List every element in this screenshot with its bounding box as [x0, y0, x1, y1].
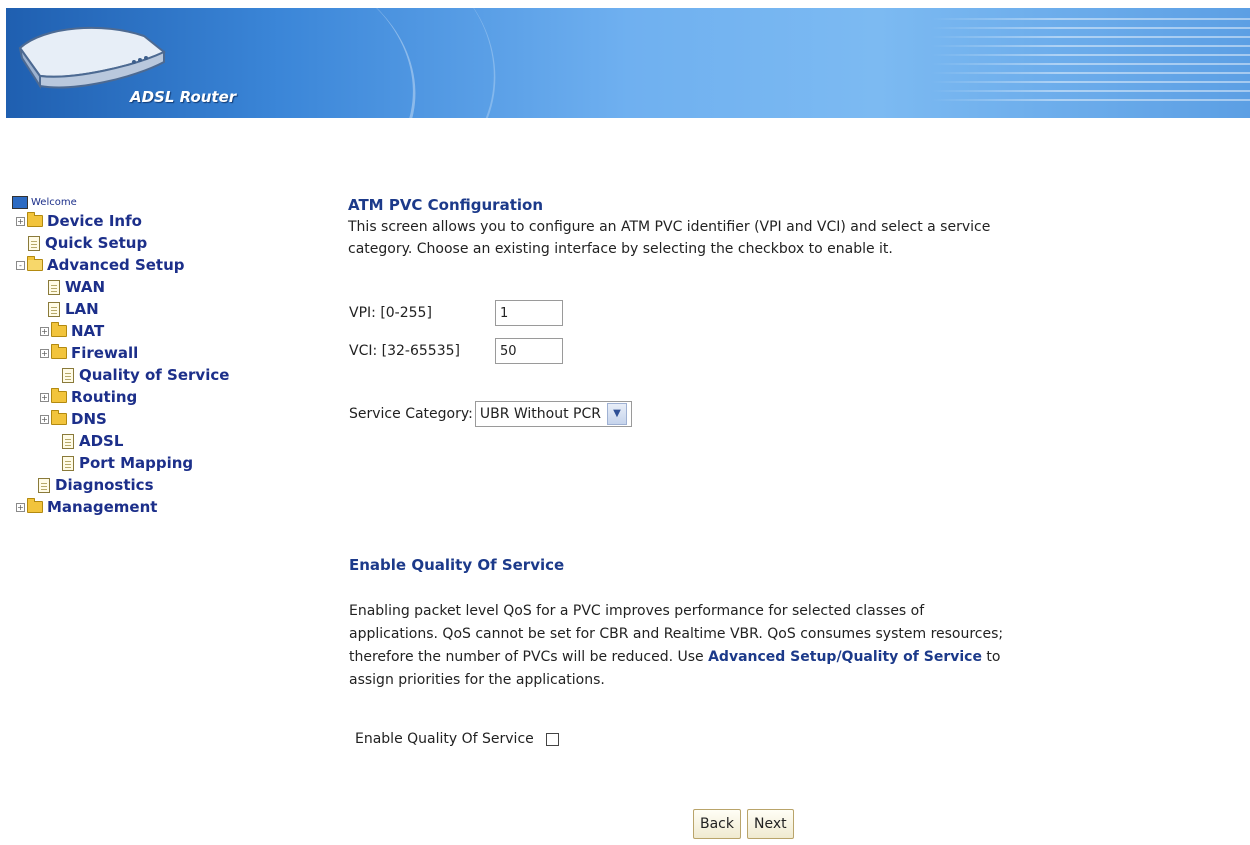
- sidebar-item-label: WAN: [65, 278, 106, 296]
- sidebar-item-label: ADSL: [79, 432, 124, 450]
- qos-checkbox-label: Enable Quality Of Service: [355, 731, 534, 747]
- sidebar-item-label: Advanced Setup: [47, 256, 185, 274]
- page-description: This screen allows you to configure an A…: [348, 216, 1228, 260]
- folder-icon: [51, 410, 67, 425]
- sidebar-item-dns[interactable]: + DNS: [12, 408, 282, 430]
- description-line-2: category. Choose an existing interface b…: [348, 241, 893, 257]
- qos-description-line-3-pre: therefore the number of PVCs will be red…: [349, 649, 704, 665]
- sidebar-item-label: Routing: [71, 388, 138, 406]
- vci-label: VCI: [32-65535]: [349, 343, 460, 359]
- service-category-select[interactable]: UBR Without PCR ▼: [474, 401, 632, 427]
- service-category-row: Service Category: UBR Without PCR ▼: [349, 401, 632, 427]
- sidebar-welcome-label: Welcome: [31, 196, 77, 208]
- sidebar-item-diagnostics[interactable]: Diagnostics: [12, 474, 282, 496]
- folder-icon: [51, 344, 67, 359]
- sidebar-item-label: LAN: [65, 300, 99, 318]
- nav-buttons: Back Next: [693, 809, 794, 839]
- qos-section-title: Enable Quality Of Service: [349, 556, 565, 574]
- sidebar-item-quick-setup[interactable]: Quick Setup: [12, 232, 282, 254]
- expand-icon[interactable]: +: [16, 502, 25, 512]
- description-line-1: This screen allows you to configure an A…: [348, 219, 991, 235]
- folder-open-icon: [27, 256, 43, 271]
- qos-description-line-1: Enabling packet level QoS for a PVC impr…: [349, 603, 925, 619]
- next-button[interactable]: Next: [747, 809, 794, 839]
- service-category-value: UBR Without PCR: [479, 406, 601, 422]
- service-category-label: Service Category:: [349, 406, 473, 422]
- sidebar-item-lan[interactable]: LAN: [12, 298, 282, 320]
- qos-description: Enabling packet level QoS for a PVC impr…: [349, 600, 1209, 692]
- sidebar-item-adsl[interactable]: ADSL: [12, 430, 282, 452]
- folder-icon: [27, 212, 43, 227]
- qos-setup-link[interactable]: Advanced Setup/Quality of Service: [708, 649, 982, 665]
- sidebar-item-quality-of-service[interactable]: Quality of Service: [12, 364, 282, 386]
- sidebar-item-label: NAT: [71, 322, 105, 340]
- page-icon: [28, 235, 40, 251]
- sidebar-item-label: Device Info: [47, 212, 142, 230]
- sidebar-item-management[interactable]: + Management: [12, 496, 282, 518]
- expand-icon[interactable]: +: [40, 348, 49, 358]
- folder-icon: [27, 498, 43, 513]
- sidebar-item-label: Diagnostics: [55, 476, 154, 494]
- sidebar-item-advanced-setup[interactable]: - Advanced Setup: [12, 254, 282, 276]
- expand-icon[interactable]: +: [40, 414, 49, 424]
- chevron-down-icon[interactable]: ▼: [606, 403, 627, 425]
- router-logo-icon: [18, 26, 166, 90]
- sidebar-item-label: Port Mapping: [79, 454, 194, 472]
- brand-title: ADSL Router: [130, 88, 237, 106]
- folder-icon: [51, 388, 67, 403]
- sidebar-item-label: Quick Setup: [45, 234, 148, 252]
- sidebar-item-label: Management: [47, 498, 158, 516]
- page-icon: [38, 477, 50, 493]
- sidebar-item-nat[interactable]: + NAT: [12, 320, 282, 342]
- page-icon: [48, 301, 60, 317]
- page-title: ATM PVC Configuration: [348, 196, 543, 214]
- sidebar-item-wan[interactable]: WAN: [12, 276, 282, 298]
- enable-qos-checkbox[interactable]: [545, 732, 559, 746]
- expand-icon[interactable]: +: [16, 216, 25, 226]
- vpi-input[interactable]: [495, 300, 563, 326]
- page-icon: [62, 455, 74, 471]
- banner-wave-decoration-2: [193, 8, 541, 118]
- qos-description-line-4: assign priorities for the applications.: [349, 672, 605, 688]
- expand-icon[interactable]: +: [40, 326, 49, 336]
- sidebar-item-label: DNS: [71, 410, 107, 428]
- monitor-icon: [12, 195, 28, 209]
- qos-description-line-2: applications. QoS cannot be set for CBR …: [349, 626, 1004, 642]
- sidebar-item-firewall[interactable]: + Firewall: [12, 342, 282, 364]
- folder-icon: [51, 322, 67, 337]
- qos-description-line-3-post: to: [986, 649, 1001, 665]
- sidebar-item-device-info[interactable]: + Device Info: [12, 210, 282, 232]
- vpi-row: VPI: [0-255]: [349, 300, 563, 326]
- qos-checkbox-row: Enable Quality Of Service: [355, 731, 559, 747]
- header-banner: ADSL Router: [6, 8, 1250, 118]
- sidebar-welcome[interactable]: Welcome: [12, 194, 282, 210]
- page-icon: [62, 367, 74, 383]
- sidebar-item-label: Firewall: [71, 344, 139, 362]
- sidebar-tree: Welcome + Device Info Quick Setup - Adva…: [12, 194, 282, 518]
- page-icon: [62, 433, 74, 449]
- expand-icon[interactable]: +: [40, 392, 49, 402]
- banner-stripes-decoration: [930, 18, 1250, 108]
- collapse-icon[interactable]: -: [16, 260, 25, 270]
- vpi-label: VPI: [0-255]: [349, 305, 432, 321]
- main-content: ATM PVC Configuration This screen allows…: [348, 196, 1228, 260]
- sidebar-item-port-mapping[interactable]: Port Mapping: [12, 452, 282, 474]
- back-button[interactable]: Back: [693, 809, 741, 839]
- sidebar-item-routing[interactable]: + Routing: [12, 386, 282, 408]
- sidebar-item-label: Quality of Service: [79, 366, 230, 384]
- page-icon: [48, 279, 60, 295]
- vci-row: VCI: [32-65535]: [349, 338, 563, 364]
- vci-input[interactable]: [495, 338, 563, 364]
